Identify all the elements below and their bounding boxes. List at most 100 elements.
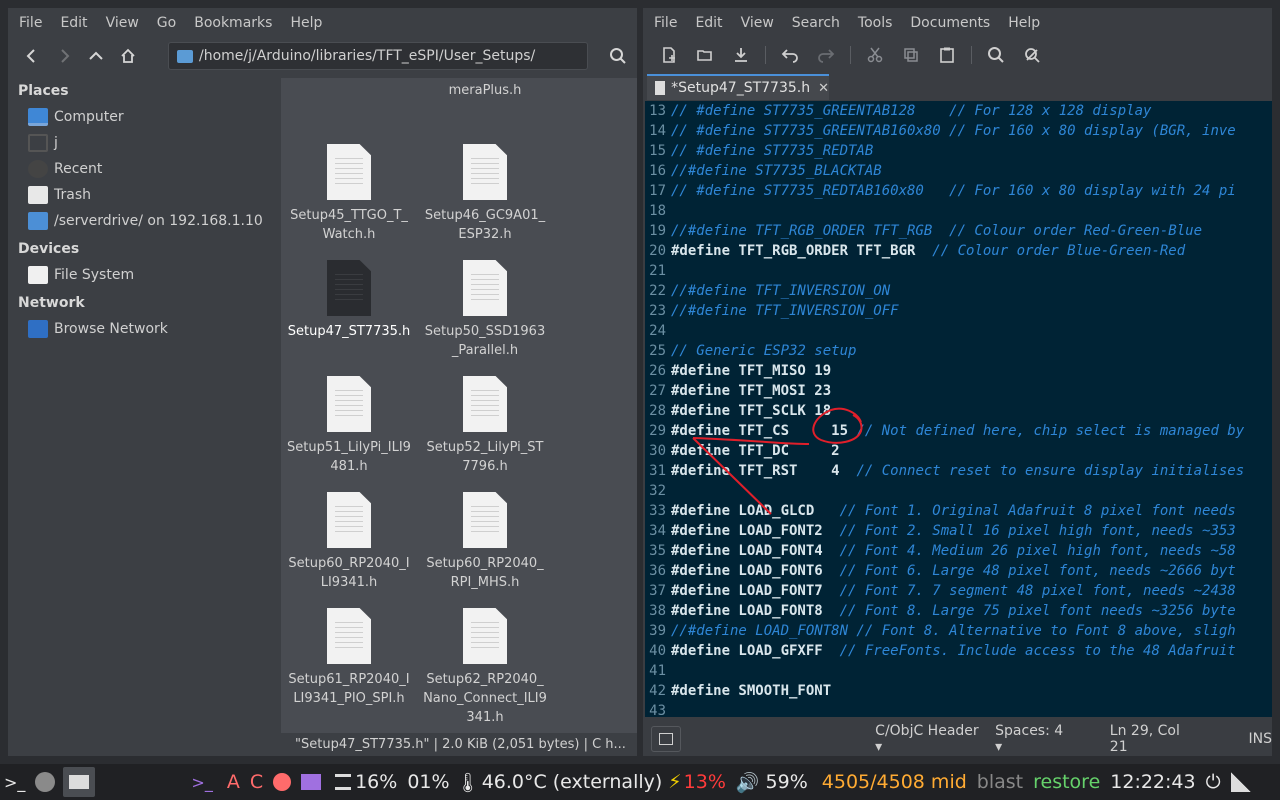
power-icon[interactable]: ⏻: [1206, 771, 1221, 793]
code-line: 29 #define TFT_CS 15 // Not defined here,…: [645, 421, 1272, 441]
places-heading: Places: [18, 83, 69, 99]
file-name: Setup43_ST7735.h: [283, 78, 415, 81]
file-item[interactable]: Setup52_LilyPi_ST7796.h: [419, 376, 551, 476]
file-item[interactable]: Setup50_SSD1963_Parallel.h: [419, 260, 551, 360]
editor-menu-item[interactable]: Tools: [849, 15, 902, 31]
fm-menu-item[interactable]: Go: [148, 15, 185, 31]
folder-purple-icon[interactable]: [301, 774, 322, 790]
redo-icon[interactable]: [808, 40, 844, 70]
code-line: 19 //#define TFT_RGB_ORDER TFT_RGB // Col…: [645, 221, 1272, 241]
power-plug-icon: ⚡: [668, 771, 682, 793]
code-line: 43: [645, 701, 1272, 717]
search-icon[interactable]: [609, 47, 627, 69]
save-icon[interactable]: [723, 40, 759, 70]
code-line: 15 // #define ST7735_REDTAB: [645, 141, 1272, 161]
search-icon[interactable]: [978, 40, 1014, 70]
file-item[interactable]: Setup60_RP2040_ILI9341.h: [283, 492, 415, 592]
file-item[interactable]: Setup60_RP2040_RPI_MHS.h: [419, 492, 551, 592]
app-a-icon[interactable]: A: [227, 771, 240, 793]
editor-menu-item[interactable]: View: [732, 15, 783, 31]
clock: 12:22:43: [1110, 771, 1196, 793]
file-item[interactable]: Setup51_LilyPi_ILI9481.h: [283, 376, 415, 476]
temperature-note: (externally): [552, 771, 663, 793]
trash-icon: [28, 186, 48, 204]
file-item[interactable]: Setup62_RP2040_Nano_Connect_ILI9341.h: [419, 608, 551, 727]
fm-menu-item[interactable]: Help: [281, 15, 331, 31]
fm-menu-item[interactable]: Bookmarks: [185, 15, 281, 31]
close-icon[interactable]: ✕: [818, 81, 829, 96]
file-name: Setup61_RP2040_ILI9341_PIO_SPI.h: [288, 672, 410, 706]
line-number: 27: [649, 383, 666, 399]
sidebar-item-trash[interactable]: Trash: [8, 182, 281, 208]
file-name: Setup60_RP2040_ILI9341.h: [288, 556, 410, 590]
prompt-icon[interactable]: >_: [191, 773, 212, 792]
editor-menu-item[interactable]: Help: [999, 15, 1049, 31]
browser-icon[interactable]: [35, 772, 56, 792]
sidebar-item-label: Computer: [54, 109, 124, 125]
code-text: #define LOAD_FONT4: [671, 543, 840, 559]
sidebar-item-recent[interactable]: Recent: [8, 156, 281, 182]
code-line: 25 // Generic ESP32 setup: [645, 341, 1272, 361]
back-icon[interactable]: [16, 41, 48, 71]
fm-menu-item[interactable]: File: [10, 15, 51, 31]
code-view[interactable]: 13 // #define ST7735_GREENTAB128 // For 1…: [645, 101, 1272, 717]
editor-menu-item[interactable]: Documents: [901, 15, 999, 31]
home-folder-icon: [28, 134, 48, 152]
insert-mode: INS: [1248, 731, 1273, 747]
sidebar-item-serverdrive[interactable]: /serverdrive/ on 192.168.1.10: [8, 208, 281, 234]
paste-icon[interactable]: [929, 40, 965, 70]
app-badge-icon[interactable]: [273, 773, 292, 791]
fm-menu-item[interactable]: View: [97, 15, 148, 31]
sidebar-item-browse-network[interactable]: Browse Network: [8, 316, 281, 342]
file-item[interactable]: Setup44_TTGO_CameraPlus.h: [419, 78, 551, 100]
undo-icon[interactable]: [772, 40, 808, 70]
sidebar-item-label: Browse Network: [54, 321, 168, 337]
app-c-icon[interactable]: C: [250, 771, 263, 793]
code-text: #define LOAD_FONT6: [671, 563, 840, 579]
up-icon[interactable]: [80, 41, 112, 71]
file-item[interactable]: Setup45_TTGO_T_Watch.h: [283, 144, 415, 244]
copy-icon[interactable]: [893, 40, 929, 70]
code-text: #define TFT_MOSI 23: [671, 383, 832, 399]
file-item[interactable]: Setup43_ST7735.h: [283, 78, 415, 81]
sidebar-item-home[interactable]: j: [8, 130, 281, 156]
cut-icon[interactable]: [857, 40, 893, 70]
sidebar: Places Computer j Recent Trash /serverdr…: [8, 78, 281, 756]
volume-icon[interactable]: 🔊: [736, 771, 760, 794]
fm-menu-item[interactable]: Edit: [51, 15, 96, 31]
document-icon: [463, 260, 507, 316]
open-folder-icon[interactable]: [687, 40, 723, 70]
spaces-selector[interactable]: Spaces: 4 ▾: [995, 723, 1070, 755]
file-name: Setup62_RP2040_Nano_Connect_ILI9341.h: [423, 672, 547, 725]
sidebar-item-filesystem[interactable]: File System: [8, 262, 281, 288]
restore-label[interactable]: restore: [1033, 771, 1100, 793]
line-number: 31: [649, 463, 666, 479]
cursor-position: Ln 29, Col 21: [1109, 723, 1180, 755]
tab-setup47[interactable]: *Setup47_ST7735.h ✕: [647, 74, 829, 100]
file-item[interactable]: Setup61_RP2040_ILI9341_PIO_SPI.h: [283, 608, 415, 708]
document-icon: [327, 608, 371, 664]
new-document-icon[interactable]: [651, 40, 687, 70]
sidebar-item-computer[interactable]: Computer: [8, 104, 281, 130]
forward-icon[interactable]: [48, 41, 80, 71]
file-item[interactable]: Setup47_ST7735.h: [283, 260, 415, 341]
sidebar-toggle-icon[interactable]: [651, 726, 682, 752]
find-replace-icon[interactable]: [1014, 40, 1050, 70]
line-number: 17: [649, 183, 666, 199]
editor-menu-item[interactable]: Edit: [686, 15, 731, 31]
code-text: // #define ST7735_REDTAB160x80 // For 16…: [671, 183, 1236, 199]
home-icon[interactable]: [112, 41, 144, 71]
file-manager-launcher[interactable]: [63, 767, 96, 797]
editor-menu-item[interactable]: File: [645, 15, 686, 31]
location-bar[interactable]: /home/j/Arduino/libraries/TFT_eSPI/User_…: [168, 42, 588, 70]
file-item[interactable]: Setup46_GC9A01_ESP32.h: [419, 144, 551, 244]
language-selector[interactable]: C/ObjC Header ▾: [875, 723, 983, 755]
editor-menu-item[interactable]: Search: [783, 15, 849, 31]
folder-icon: [177, 49, 193, 63]
recent-icon: [28, 160, 48, 178]
line-number: 21: [649, 263, 666, 279]
terminal-launcher-icon[interactable]: >_: [4, 773, 25, 792]
sidebar-item-label: /serverdrive/ on 192.168.1.10: [54, 213, 263, 229]
